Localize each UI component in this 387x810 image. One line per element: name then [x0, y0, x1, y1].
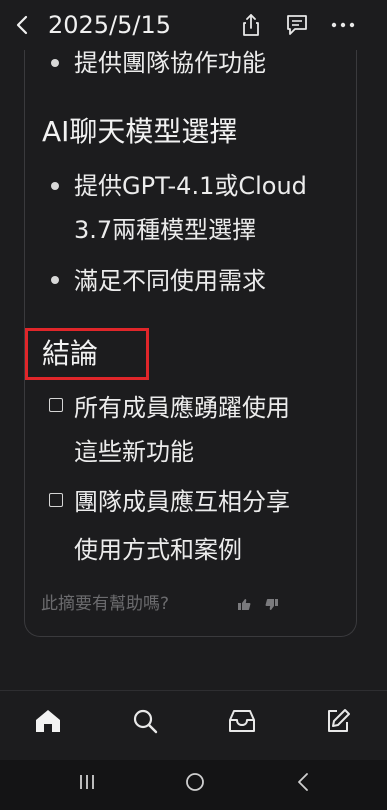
feedback-question: 此摘要有幫助嗎?	[41, 594, 170, 614]
search-icon[interactable]	[129, 705, 161, 737]
bullet-dot	[51, 59, 59, 67]
top-bar: 2025/5/15	[0, 0, 387, 50]
section-title-conclusion: 結論	[42, 337, 99, 370]
inbox-icon[interactable]	[226, 705, 258, 737]
checklist-text: 使用方式和案例	[74, 536, 242, 564]
page-title: 2025/5/15	[48, 11, 172, 39]
bullet-text: 提供GPT-4.1或Cloud	[74, 172, 307, 200]
bullet-dot	[51, 182, 59, 190]
bullet-text: 滿足不同使用需求	[74, 267, 266, 295]
checkbox[interactable]	[49, 398, 63, 412]
home-icon[interactable]	[32, 705, 64, 737]
recent-apps-icon[interactable]	[72, 770, 102, 794]
comment-icon[interactable]	[284, 12, 310, 38]
checklist-text: 團隊成員應互相分享	[74, 488, 290, 516]
chevron-left-icon[interactable]	[10, 12, 34, 38]
back-icon[interactable]	[288, 770, 318, 794]
checkbox[interactable]	[49, 493, 63, 507]
bullet-text: 3.7兩種模型選擇	[74, 216, 257, 244]
more-horizontal-icon[interactable]	[330, 12, 356, 38]
thumbs-down-icon[interactable]	[264, 596, 280, 612]
checklist-text: 所有成員應踴躍使用	[74, 394, 290, 422]
nav-divider	[0, 690, 387, 691]
share-icon[interactable]	[238, 12, 264, 38]
compose-icon[interactable]	[322, 705, 354, 737]
section-title-ai-model: AI聊天模型選擇	[42, 115, 238, 148]
bullet-dot	[51, 276, 59, 284]
home-circle-icon[interactable]	[180, 770, 210, 794]
thumbs-up-icon[interactable]	[236, 596, 252, 612]
checklist-text: 這些新功能	[74, 438, 194, 466]
